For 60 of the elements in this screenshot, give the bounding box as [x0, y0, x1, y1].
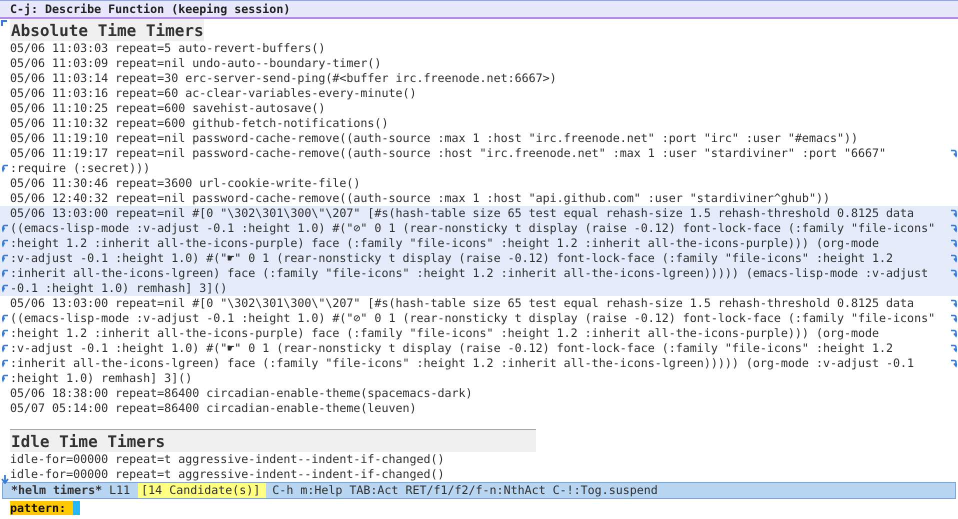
timer-text: 05/06 11:03:14 repeat=30 erc-server-send-ping(#<buffer irc.freenode.net:6667>) — [10, 71, 557, 86]
timer-row[interactable]: idle-for=00000 repeat=t aggressive-indent--indent-if-changed() — [0, 467, 958, 482]
section-heading: Absolute Time Timers — [10, 19, 204, 41]
timer-text: 05/06 11:03:16 repeat=60 ac-clear-variables-every-minute() — [10, 86, 416, 101]
timer-row[interactable]: 05/07 05:14:00 repeat=86400 circadian-enable-theme(leuven) — [0, 401, 958, 416]
pattern-prompt: pattern: — [10, 500, 74, 514]
timer-text: 05/06 11:30:46 repeat=3600 url-cookie-write-file() — [10, 176, 360, 191]
timer-row-continuation[interactable]: :require (:secret))) — [0, 161, 958, 176]
timer-row[interactable]: idle-for=00000 repeat=t aggressive-indent--indent-if-changed() — [0, 452, 958, 467]
fringe-corner-icon — [1, 20, 7, 26]
wrap-arrow-icon — [950, 329, 956, 338]
timer-text: idle-for=00000 repeat=t aggressive-indent--indent-if-changed() — [10, 467, 445, 482]
continuation-arrow-icon — [2, 239, 8, 248]
timer-text: 05/07 05:14:00 repeat=86400 circadian-enable-theme(leuven) — [10, 401, 416, 416]
timer-row-continuation[interactable]: -0.1 :height 1.0) remhash] 3]() — [0, 281, 958, 296]
wrap-arrow-icon — [950, 209, 956, 218]
continuation-arrow-icon — [2, 284, 8, 293]
timer-row[interactable]: 05/06 11:03:14 repeat=30 erc-server-send-ping(#<buffer irc.freenode.net:6667>) — [0, 71, 958, 86]
timer-text: :require (:secret))) — [10, 161, 150, 176]
timer-row[interactable]: 05/06 11:30:46 repeat=3600 url-cookie-write-file() — [0, 176, 958, 191]
wrap-arrow-icon — [950, 254, 956, 263]
continuation-arrow-icon — [2, 359, 8, 368]
wrap-arrow-icon — [950, 344, 956, 353]
timer-text: :height 1.0) remhash] 3]() — [10, 371, 192, 386]
timer-text: -0.1 :height 1.0) remhash] 3]() — [10, 281, 228, 296]
line-number: L11 — [108, 483, 130, 498]
timer-row[interactable]: 05/06 11:03:09 repeat=nil undo-auto--boundary-timer() — [0, 56, 958, 71]
candidate-count: [14 Candidate(s)] — [138, 483, 266, 498]
timer-text: 05/06 11:10:25 repeat=600 savehist-autosave() — [10, 101, 326, 116]
continuation-arrow-icon — [2, 314, 8, 323]
buffer-name: *helm timers* — [11, 483, 102, 498]
timer-row-continuation[interactable]: :height 1.0) remhash] 3]() — [0, 371, 958, 386]
timer-row[interactable]: 05/06 11:03:16 repeat=60 ac-clear-variables-every-minute() — [0, 86, 958, 101]
timer-text: idle-for=00000 repeat=t aggressive-indent--indent-if-changed() — [10, 452, 445, 467]
wrap-arrow-icon — [950, 224, 956, 233]
continuation-arrow-icon — [2, 164, 8, 173]
section-heading: Idle Time Timers — [10, 429, 536, 452]
wrap-arrow-icon — [950, 269, 956, 278]
continuation-arrow-icon — [2, 344, 8, 353]
continuation-arrow-icon — [2, 329, 8, 338]
timer-row[interactable]: 05/06 11:03:03 repeat=5 auto-revert-buffers() — [0, 41, 958, 56]
timer-text: 05/06 11:03:03 repeat=5 auto-revert-buffers() — [10, 41, 326, 56]
timer-row[interactable]: 05/06 11:10:25 repeat=600 savehist-autosave() — [0, 101, 958, 116]
wrap-arrow-icon — [950, 239, 956, 248]
text-cursor — [73, 500, 80, 514]
wrap-arrow-icon — [950, 314, 956, 323]
continuation-arrow-icon — [2, 269, 8, 278]
continuation-arrow-icon — [2, 374, 8, 383]
wrap-arrow-icon — [950, 149, 956, 158]
wrap-arrow-icon — [950, 359, 956, 368]
key-hints: C-h m:Help TAB:Act RET/f1/f2/f-n:NthAct C-!:Tog.suspend — [272, 483, 658, 498]
wrap-arrow-icon — [950, 299, 956, 308]
scroll-down-arrow-icon — [1, 475, 9, 484]
continuation-arrow-icon — [2, 254, 8, 263]
timer-row[interactable]: 05/06 11:10:32 repeat=600 github-fetch-notifications() — [0, 116, 958, 131]
timer-text: 05/06 11:10:32 repeat=600 github-fetch-notifications() — [10, 116, 388, 131]
timer-row[interactable]: 05/06 18:38:00 repeat=86400 circadian-enable-theme(spacemacs-dark) — [0, 386, 958, 401]
timer-text: 05/06 18:38:00 repeat=86400 circadian-enable-theme(spacemacs-dark) — [10, 386, 473, 401]
continuation-arrow-icon — [2, 224, 8, 233]
timer-text: 05/06 11:03:09 repeat=nil undo-auto--boundary-timer() — [10, 56, 382, 71]
